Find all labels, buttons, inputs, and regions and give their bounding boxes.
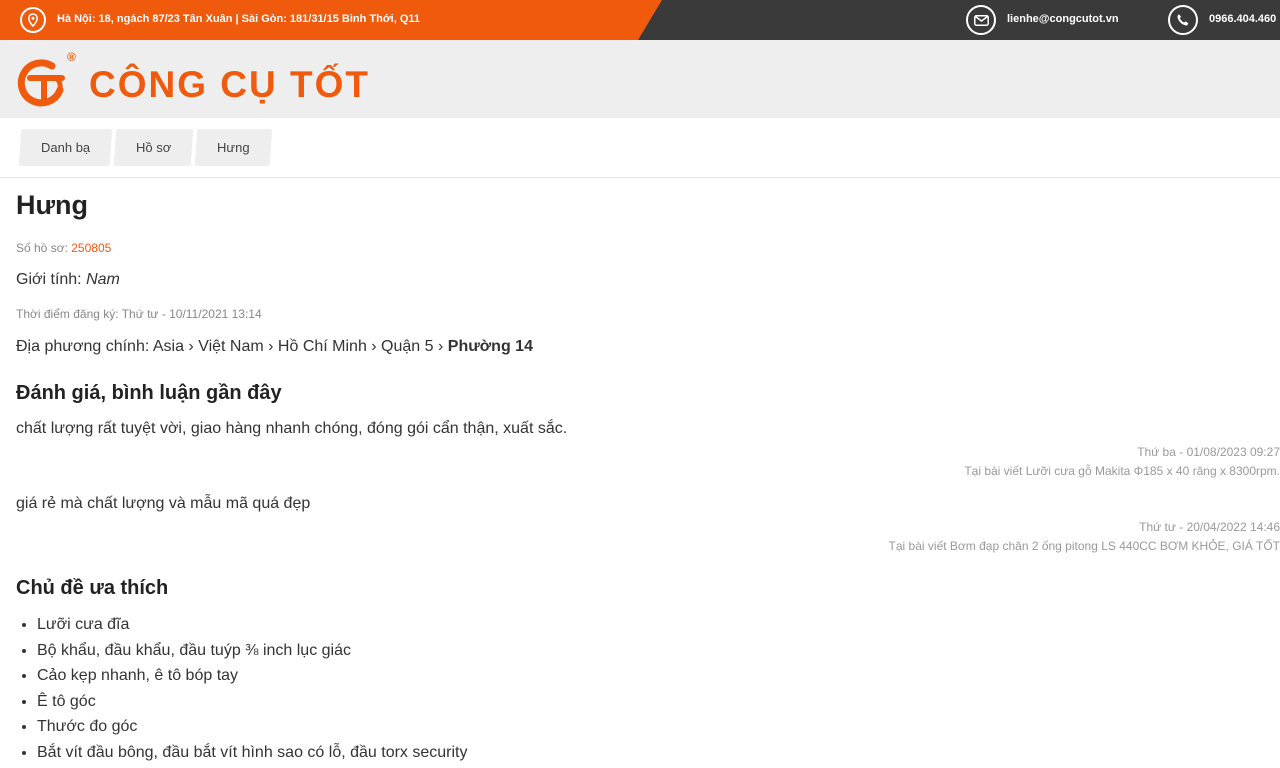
list-item[interactable]: Bộ khẩu, đầu khẩu, đầu tuýp ⅜ inch lục g…	[37, 638, 467, 664]
region-path[interactable]: Asia › Việt Nam › Hồ Chí Minh › Quận 5 ›	[153, 338, 443, 355]
review-text: chất lượng rất tuyệt vời, giao hàng nhan…	[16, 420, 568, 437]
topics-list: Lưỡi cưa đĩa Bộ khẩu, đầu khẩu, đầu tuýp…	[16, 612, 467, 766]
profile-number-label: Số hồ sơ:	[16, 241, 68, 255]
gender-value: Nam	[86, 271, 120, 288]
registered-mark: ®	[67, 50, 76, 64]
mail-icon[interactable]	[966, 5, 996, 35]
topics-heading: Chủ đề ưa thích	[16, 577, 169, 599]
review-article-link[interactable]: Tại bài viết Bơm đạp chân 2 ống pitong L…	[889, 539, 1280, 553]
email-link[interactable]: lienhe@congcutot.vn	[1007, 13, 1119, 25]
region-current: Phường 14	[447, 338, 533, 355]
page-title: Hưng	[16, 190, 89, 220]
list-item[interactable]: Ê tô góc	[37, 689, 467, 715]
breadcrumb-item-current[interactable]: Hưng	[195, 129, 273, 166]
list-item[interactable]: Cảo kẹp nhanh, ê tô bóp tay	[37, 663, 467, 689]
breadcrumb-item-profiles[interactable]: Hồ sơ	[113, 129, 194, 166]
registered-value: Thứ tư - 10/11/2021 13:14	[121, 307, 262, 321]
divider	[0, 177, 1280, 178]
list-item[interactable]: Bắt vít đầu bông, đầu bắt vít hình sao c…	[37, 740, 467, 766]
gender: Giới tính: Nam	[16, 271, 120, 289]
review-article-link[interactable]: Tại bài viết Lưỡi cưa gỗ Makita Φ185 x 4…	[964, 464, 1280, 478]
registered-time: Thời điểm đăng ký: Thứ tư - 10/11/2021 1…	[16, 307, 262, 321]
profile-number: Số hồ sơ: 250805	[16, 241, 111, 255]
profile-number-value: 250805	[71, 241, 112, 255]
phone-icon[interactable]	[1168, 5, 1198, 35]
review-date: Thứ ba - 01/08/2023 09:27	[1137, 445, 1280, 459]
gender-label: Giới tính:	[16, 271, 82, 288]
review-date: Thứ tư - 20/04/2022 14:46	[1139, 520, 1280, 534]
review-text: giá rẻ mà chất lượng và mẫu mã quá đẹp	[16, 495, 311, 512]
phone-link[interactable]: 0966.404.460	[1209, 13, 1276, 25]
address-text: Hà Nội: 18, ngách 87/23 Tân Xuân | Sài G…	[57, 13, 421, 25]
list-item[interactable]: Lưỡi cưa đĩa	[37, 612, 467, 638]
brand-name[interactable]: CÔNG CỤ TỐT	[89, 65, 370, 105]
reviews-heading: Đánh giá, bình luận gần đây	[16, 382, 282, 404]
logo-icon[interactable]	[16, 52, 72, 112]
breadcrumb-item-directory[interactable]: Danh bạ	[18, 129, 113, 166]
top-bar: Hà Nội: 18, ngách 87/23 Tân Xuân | Sài G…	[0, 0, 1280, 40]
region-label: Địa phương chính:	[16, 338, 150, 355]
registered-label: Thời điểm đăng ký:	[16, 307, 119, 321]
breadcrumb: Danh bạ Hồ sơ Hưng	[18, 129, 273, 166]
list-item[interactable]: Thước đo góc	[37, 714, 467, 740]
location-icon	[20, 7, 46, 33]
main-region: Địa phương chính: Asia › Việt Nam › Hồ C…	[16, 338, 533, 356]
